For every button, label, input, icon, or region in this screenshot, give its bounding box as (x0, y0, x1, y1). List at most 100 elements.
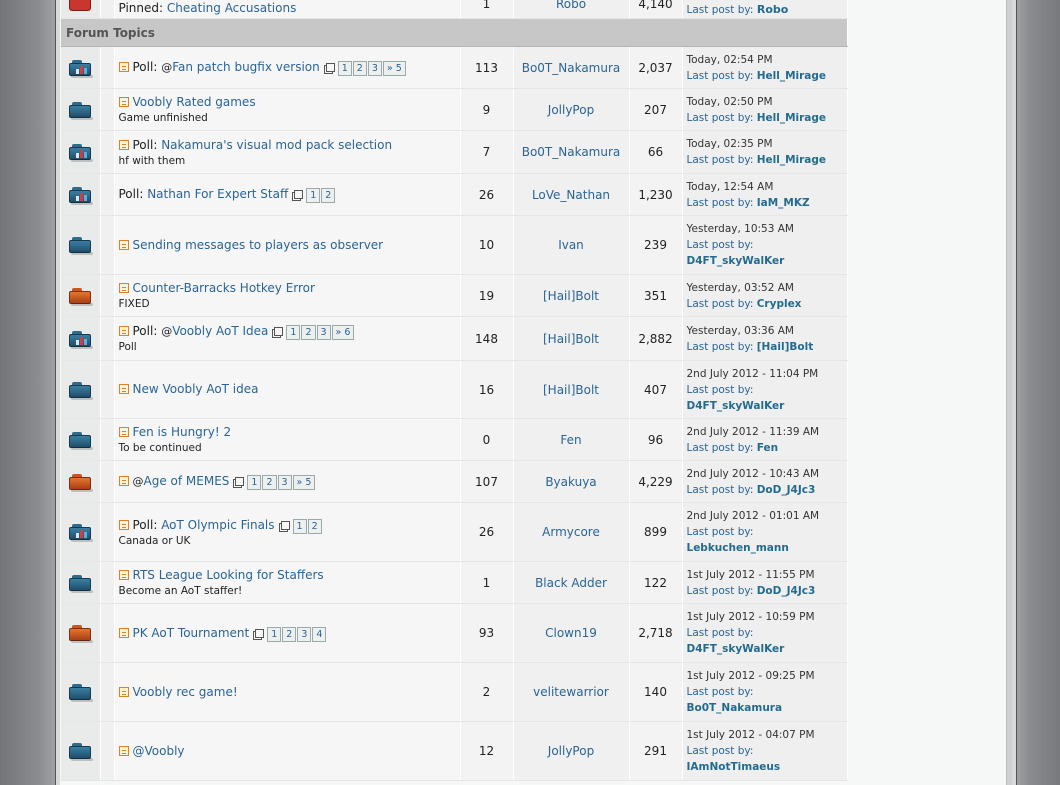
topic-author[interactable]: Fen (513, 418, 630, 461)
last-post-user[interactable]: Hell_Mirage (757, 112, 826, 124)
topic-title[interactable]: Voobly rec game! (133, 685, 238, 699)
page-link-2[interactable]: 2 (262, 475, 277, 490)
new-post-icon[interactable] (118, 283, 129, 293)
page-link-3[interactable]: 3 (367, 61, 382, 76)
topic-description: hf with them (118, 154, 186, 167)
topic-author[interactable]: [Hail]Bolt (513, 274, 630, 317)
topic-author[interactable]: JollyPop (513, 721, 630, 781)
new-post-icon[interactable] (118, 427, 129, 437)
page-link-4[interactable]: » 6 (331, 325, 355, 340)
last-post-user[interactable]: IAmNotTimaeus (687, 761, 781, 773)
page-link-2[interactable]: 2 (282, 626, 297, 642)
page-link-4[interactable]: 4 (312, 626, 327, 642)
rating-cell (100, 603, 115, 663)
new-post-icon[interactable] (118, 745, 129, 756)
view-count: 291 (629, 721, 683, 781)
last-post-cell: Today, 02:54 PM Last post by: Hell_Mirage (682, 46, 848, 89)
page-link-1[interactable]: 1 (337, 61, 352, 76)
topic-author[interactable]: Bo0T_Nakamura (513, 46, 630, 89)
page-link-3[interactable]: 3 (316, 325, 331, 340)
page-link-1[interactable]: 1 (267, 626, 282, 642)
topic-title[interactable]: Fen is Hungry! 2 (133, 425, 232, 439)
new-post-icon[interactable] (118, 239, 129, 250)
view-count: 2,718 (629, 603, 683, 663)
page-link-3[interactable]: 3 (277, 475, 292, 490)
topic-author[interactable]: [Hail]Bolt (513, 360, 630, 419)
topic-author[interactable]: Byakuya (513, 460, 630, 503)
folder-shadow (71, 589, 94, 593)
last-post-user[interactable]: Bo0T_Nakamura (687, 702, 783, 714)
last-post-cell: Today, 02:35 PM Last post by: Hell_Mirage (682, 130, 848, 174)
pagination: 1 2 3» 5 (325, 59, 407, 76)
new-post-icon[interactable] (118, 570, 129, 580)
last-post-user[interactable]: DoD_J4Jc3 (757, 585, 816, 597)
topic-author[interactable]: JollyPop (513, 88, 630, 131)
page-link-4[interactable]: » 5 (292, 475, 316, 490)
page-link-3[interactable]: 3 (297, 626, 312, 642)
page-link-1[interactable]: 1 (292, 518, 307, 534)
last-post-user[interactable]: D4FT_skyWalKer (687, 400, 785, 412)
topic-title[interactable]: Nakamura's visual mod pack selection (161, 138, 392, 152)
last-post-user[interactable]: Robo (757, 3, 788, 16)
last-post-user[interactable]: Hell_Mirage (757, 70, 826, 82)
topic-author[interactable]: Clown19 (513, 603, 630, 663)
topic-title[interactable]: PK AoT Tournament (133, 626, 250, 640)
new-post-icon[interactable] (118, 627, 129, 638)
page-link-2[interactable]: 2 (307, 518, 322, 534)
topic-author[interactable]: Bo0T_Nakamura (513, 130, 630, 174)
topic-title[interactable]: AoT Olympic Finals (161, 518, 274, 532)
topic-author[interactable]: Armycore (513, 502, 630, 562)
topic-title[interactable]: Counter-Barracks Hotkey Error (133, 281, 315, 295)
topic-row: @Age of MEMES 1 2 3» 5 107 Byakuya 4,229 2nd Ju… (61, 460, 848, 503)
new-post-icon[interactable] (118, 139, 129, 150)
view-count: 4,229 (629, 460, 683, 503)
new-post-icon[interactable] (118, 62, 129, 72)
topic-title[interactable]: Age of MEMES (144, 474, 230, 488)
new-post-icon[interactable] (118, 326, 129, 336)
page-link-1[interactable]: 1 (286, 325, 301, 340)
topic-author[interactable]: velitewarrior (513, 662, 630, 722)
new-post-icon[interactable] (118, 686, 129, 697)
last-post-user[interactable]: D4FT_skyWalKer (687, 255, 785, 267)
topic-title[interactable]: Voobly Rated games (133, 95, 256, 109)
topic-title[interactable]: Nathan For Expert Staff (147, 187, 288, 201)
page-link-2[interactable]: 2 (352, 61, 367, 76)
topic-line: Sending messages to players as observer (118, 237, 456, 254)
last-post-user[interactable]: Hell_Mirage (757, 154, 826, 166)
topic-title[interactable]: RTS League Looking for Staffers (133, 568, 324, 582)
topic-title[interactable]: Voobly AoT Idea (172, 324, 268, 338)
new-post-icon[interactable] (118, 97, 129, 107)
pagination: 12 (294, 186, 336, 203)
new-post-icon[interactable] (118, 384, 129, 394)
rating-cell (100, 88, 115, 131)
last-post-user[interactable]: Cryplex (757, 298, 802, 310)
topic-author[interactable]: Ivan (513, 215, 630, 275)
topic-author[interactable]: Black Adder (513, 561, 630, 604)
page-link-4[interactable]: » 5 (382, 61, 406, 76)
folder-shadow (71, 201, 94, 205)
last-post-user[interactable]: IaM_MKZ (757, 197, 810, 209)
rating-cell (100, 215, 115, 275)
pinned-author[interactable]: Robo (513, 0, 630, 19)
last-post-user[interactable]: Lebkuchen_mann (687, 542, 789, 554)
topic-title[interactable]: New Voobly AoT idea (133, 382, 259, 396)
pinned-topic-title[interactable]: Cheating Accusations (167, 1, 296, 15)
last-post-user[interactable]: [Hail]Bolt (757, 341, 814, 353)
topic-author[interactable]: [Hail]Bolt (513, 316, 630, 361)
last-post-user[interactable]: D4FT_skyWalKer (687, 643, 785, 655)
page-link-1[interactable]: 1 (247, 475, 262, 490)
new-post-icon[interactable] (118, 519, 129, 530)
last-post-user[interactable]: Fen (757, 442, 778, 454)
last-post-user[interactable]: DoD_J4Jc3 (757, 484, 816, 496)
topic-title[interactable]: Sending messages to players as observer (133, 238, 384, 252)
new-post-icon[interactable] (118, 476, 129, 486)
page-background-left (0, 0, 55, 785)
page-link-1[interactable]: 1 (306, 188, 321, 203)
page-link-2[interactable]: 2 (321, 188, 336, 203)
last-post-cell: Yesterday, 10:53 AM Last post by: D4FT_sk… (682, 215, 848, 275)
topic-title[interactable]: Fan patch bugfix version (172, 60, 320, 74)
topic-title[interactable]: @Voobly (133, 744, 185, 758)
page-link-2[interactable]: 2 (301, 325, 316, 340)
last-post-by: Last post by: (687, 625, 843, 641)
topic-author[interactable]: LoVe_Nathan (513, 173, 630, 216)
